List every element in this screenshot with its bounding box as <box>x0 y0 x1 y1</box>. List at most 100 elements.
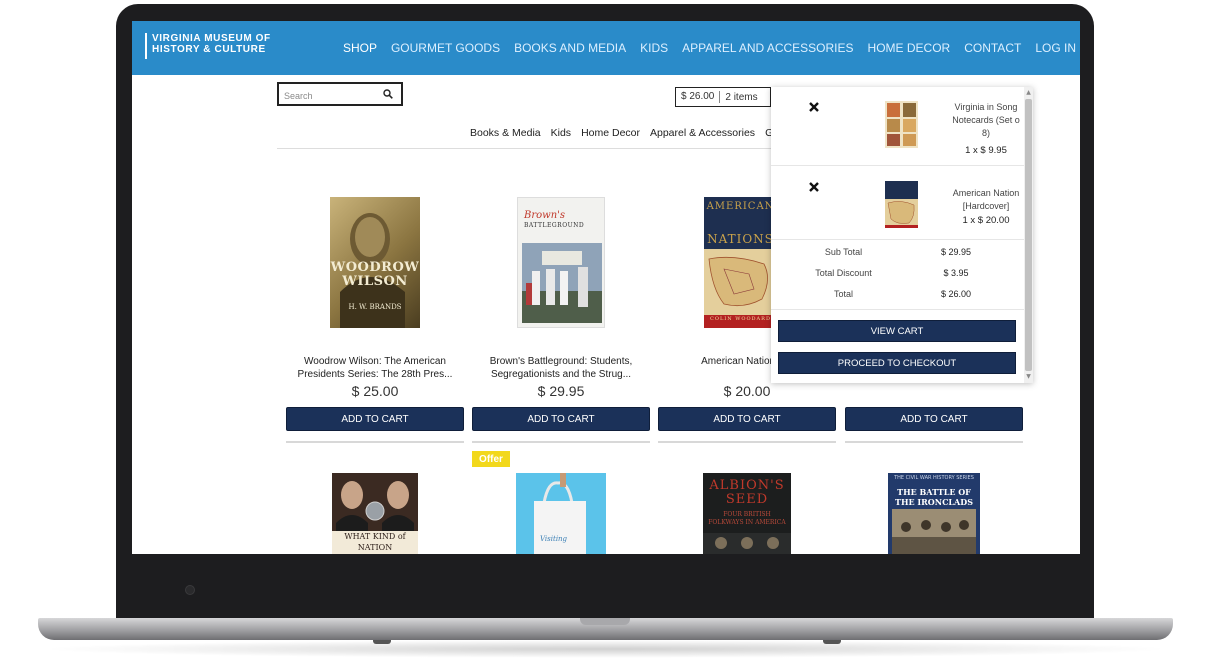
minicart-divider <box>771 165 1024 166</box>
row-divider <box>472 441 650 443</box>
cover-series: THE CIVIL WAR HISTORY SERIES <box>894 475 974 481</box>
search-box <box>277 82 403 106</box>
search-input[interactable] <box>279 86 375 106</box>
scrollbar-thumb[interactable] <box>1025 99 1032 371</box>
product-cover-albions-seed[interactable]: ALBION'S SEED FOUR BRITISH FOLKWAYS IN A… <box>703 473 791 554</box>
minicart-item-name-line[interactable]: American Nation <box>946 187 1026 200</box>
minicart-subtotal-row: Sub Total $ 29.95 <box>771 247 1024 261</box>
row-divider <box>658 441 836 443</box>
minicart-discount-row: Total Discount $ 3.95 <box>771 268 1024 282</box>
total-label: Total <box>833 289 853 299</box>
notecards-image <box>885 101 918 148</box>
nav-shop[interactable]: SHOP <box>343 41 377 55</box>
american-nations-thumb <box>885 181 918 228</box>
minicart-item-name-line[interactable]: Notecards (Set o <box>946 114 1026 127</box>
nav-home-decor[interactable]: HOME DECOR <box>868 41 951 55</box>
row-divider <box>845 441 1023 443</box>
minicart-item: Virginia in Song Notecards (Set o 8) 1 x… <box>771 87 1024 163</box>
scroll-up-icon[interactable]: ▲ <box>1025 89 1032 97</box>
add-to-cart-button[interactable]: ADD TO CART <box>845 407 1023 431</box>
product-cover-browns-battleground[interactable]: Brown's BATTLEGROUND <box>517 197 605 328</box>
search-icon[interactable] <box>383 89 393 99</box>
product-title[interactable]: Brown's Battleground: Students, Segregat… <box>472 355 650 381</box>
minicart-item-thumbnail[interactable] <box>885 181 918 228</box>
webcam <box>185 585 195 595</box>
product-price: $ 20.00 <box>723 383 771 399</box>
cover-subtitle: BATTLEGROUND <box>524 222 585 229</box>
product-cover-american-nations[interactable]: AMERICAN NATIONS COLIN WOODARD <box>704 197 777 328</box>
subnav-apparel-accessories[interactable]: Apparel & Accessories <box>650 127 755 139</box>
cart-item-count: 2 items <box>725 91 758 103</box>
product-price: $ 25.00 <box>351 383 399 399</box>
view-cart-button[interactable]: VIEW CART <box>778 320 1016 342</box>
nav-contact[interactable]: CONTACT <box>964 41 1021 55</box>
cart-summary-button[interactable]: $ 26.00 2 items <box>675 87 771 107</box>
product-title[interactable]: Woodrow Wilson: The American Presidents … <box>286 355 464 381</box>
category-subnav: Books & Media Kids Home Decor Apparel & … <box>470 127 783 139</box>
subtotal-label: Sub Total <box>824 247 863 257</box>
remove-item-icon[interactable] <box>808 181 820 193</box>
minicart-item-name-line[interactable]: Virginia in Song <box>946 101 1026 114</box>
cover-subtitle: NATIONS <box>707 232 774 246</box>
cart-total-amount: $ 26.00 <box>676 91 721 103</box>
product-cover-battle-of-the-ironclads[interactable]: THE CIVIL WAR HISTORY SERIES THE BATTLE … <box>888 473 980 554</box>
minicart-item-thumbnail[interactable] <box>885 101 918 148</box>
subnav-kids[interactable]: Kids <box>551 127 571 139</box>
laptop-notch <box>580 618 630 625</box>
scroll-down-icon[interactable]: ▼ <box>1025 373 1032 381</box>
minicart-dropdown: Virginia in Song Notecards (Set o 8) 1 x… <box>771 87 1033 383</box>
subtotal-value: $ 29.95 <box>940 247 972 257</box>
minicart-item-name-line[interactable]: [Hardcover] <box>946 200 1026 213</box>
cover-photo <box>522 243 602 323</box>
laptop-foot <box>373 640 391 644</box>
logo-line-2: HISTORY & CULTURE <box>152 44 266 55</box>
laptop-shadow <box>38 640 1173 658</box>
site-header: VIRGINIA MUSEUM OF HISTORY & CULTURE SHO… <box>132 21 1080 75</box>
nav-apparel-and-accessories[interactable]: APPAREL AND ACCESSORIES <box>682 41 853 55</box>
cover-title: ALBION'S SEED <box>709 478 785 507</box>
nav-kids[interactable]: KIDS <box>640 41 668 55</box>
product-cover-what-kind-of-nation[interactable]: WHAT KIND of NATION <box>332 473 418 554</box>
minicart-item-qty-price: 1 x $ 9.95 <box>965 145 1007 156</box>
minicart-divider <box>771 309 1024 310</box>
add-to-cart-button[interactable]: ADD TO CART <box>658 407 836 431</box>
logo-line-1: VIRGINIA MUSEUM OF <box>152 33 271 44</box>
product-tote-bag[interactable]: Visiting <box>516 473 606 554</box>
product-price: $ 29.95 <box>537 383 585 399</box>
subnav-books-media[interactable]: Books & Media <box>470 127 541 139</box>
nav-log-in[interactable]: LOG IN <box>1035 41 1076 55</box>
subnav-home-decor[interactable]: Home Decor <box>581 127 640 139</box>
cover-title: WHAT KIND of NATION <box>344 532 406 552</box>
minicart-item-qty-price: 1 x $ 20.00 <box>962 215 1010 226</box>
cover-subtitle: FOUR BRITISH FOLKWAYS IN AMERICA <box>708 511 786 526</box>
minicart-scrollbar[interactable]: ▲ ▼ <box>1024 87 1033 383</box>
cover-author: H. W. BRANDS <box>348 303 402 311</box>
cover-author: COLIN WOODARD <box>710 316 771 322</box>
nav-books-and-media[interactable]: BOOKS AND MEDIA <box>514 41 626 55</box>
cover-title: Brown's <box>524 210 566 221</box>
product-card: Woodrow Wilson: The American Presidents … <box>286 355 464 399</box>
product-cover-woodrow-wilson[interactable]: WOODROW WILSON H. W. BRANDS <box>330 197 420 328</box>
add-to-cart-button[interactable]: ADD TO CART <box>472 407 650 431</box>
minicart-total-row: Total $ 26.00 <box>771 289 1024 303</box>
add-to-cart-button[interactable]: ADD TO CART <box>286 407 464 431</box>
cover-title: AMERICAN <box>706 201 775 212</box>
site-logo[interactable]: VIRGINIA MUSEUM OF HISTORY & CULTURE <box>145 33 271 59</box>
cover-photo <box>892 509 976 554</box>
cover-title: WOODROW WILSON <box>330 260 420 289</box>
proceed-to-checkout-button[interactable]: PROCEED TO CHECKOUT <box>778 352 1016 374</box>
main-nav: SHOP GOURMET GOODS BOOKS AND MEDIA KIDS … <box>329 21 1076 75</box>
offer-badge: Offer <box>472 451 510 467</box>
discount-label: Total Discount <box>815 268 872 278</box>
laptop-foot <box>823 640 841 644</box>
minicart-divider <box>771 239 1024 240</box>
screen: VIRGINIA MUSEUM OF HISTORY & CULTURE SHO… <box>132 21 1080 554</box>
remove-item-icon[interactable] <box>808 101 820 113</box>
minicart-item-name-line[interactable]: 8) <box>946 127 1026 140</box>
product-card: Brown's Battleground: Students, Segregat… <box>472 355 650 399</box>
discount-value: $ 3.95 <box>943 268 969 278</box>
map-illustration <box>704 249 777 315</box>
nav-gourmet-goods[interactable]: GOURMET GOODS <box>391 41 500 55</box>
total-value: $ 26.00 <box>940 289 972 299</box>
cover-figures <box>703 533 791 554</box>
